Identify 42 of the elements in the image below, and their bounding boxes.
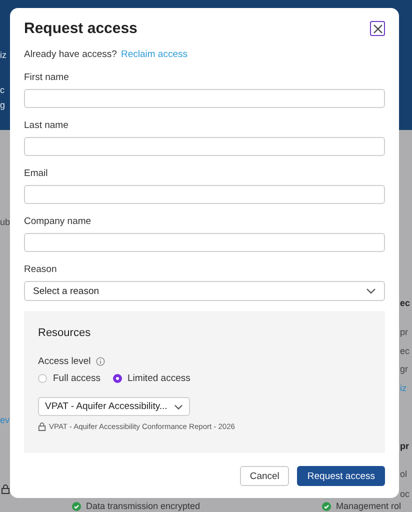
background-text: gr — [400, 364, 408, 375]
submit-button[interactable]: Request access — [297, 466, 385, 486]
background-text: oc — [400, 489, 410, 500]
background-text: ev — [0, 415, 10, 426]
close-button[interactable] — [370, 21, 385, 36]
field-label: Email — [24, 168, 49, 179]
lock-icon — [38, 422, 46, 431]
background-text: iz — [400, 383, 406, 394]
background-text: pr — [400, 327, 408, 338]
background-text: pr — [400, 441, 409, 452]
background-text: Management rol — [336, 501, 402, 511]
background-text: Data transmission encrypted — [86, 501, 200, 511]
background-text: c — [0, 85, 4, 96]
section-title: Resources — [38, 327, 92, 339]
field-label: Company name — [24, 216, 92, 227]
chevron-down-icon — [366, 288, 376, 294]
background-text: ec — [400, 298, 410, 309]
radio-option[interactable]: Full access — [38, 373, 101, 384]
radio-option[interactable]: Limited access — [112, 373, 190, 384]
background-text: ol — [400, 469, 408, 480]
background-text: iz — [0, 50, 6, 61]
input-field[interactable] — [24, 233, 385, 252]
field-label: Last name — [24, 120, 70, 131]
reason-dropdown[interactable]: Select a reason — [24, 281, 385, 301]
chevron-down-icon — [174, 404, 183, 410]
input-field[interactable] — [24, 137, 385, 156]
resource-dropdown[interactable]: VPAT - Aquifer Accessibility... — [38, 397, 190, 416]
input-field[interactable] — [24, 185, 385, 204]
lock-icon — [1, 484, 10, 494]
input-field[interactable] — [24, 89, 385, 108]
check-icon — [322, 502, 331, 510]
check-icon — [72, 502, 81, 510]
field-label: First name — [24, 72, 70, 83]
intro-text: Already have access? — [24, 49, 117, 60]
field-label: Reason — [24, 264, 58, 275]
background-text: g — [0, 100, 6, 111]
cancel-button[interactable]: Cancel — [240, 466, 290, 486]
background-text: ub — [0, 217, 10, 228]
field-label: Access level — [38, 356, 91, 367]
background-text: ec — [400, 346, 410, 357]
dialog-title: Request access — [24, 20, 138, 37]
info-icon — [96, 357, 105, 366]
